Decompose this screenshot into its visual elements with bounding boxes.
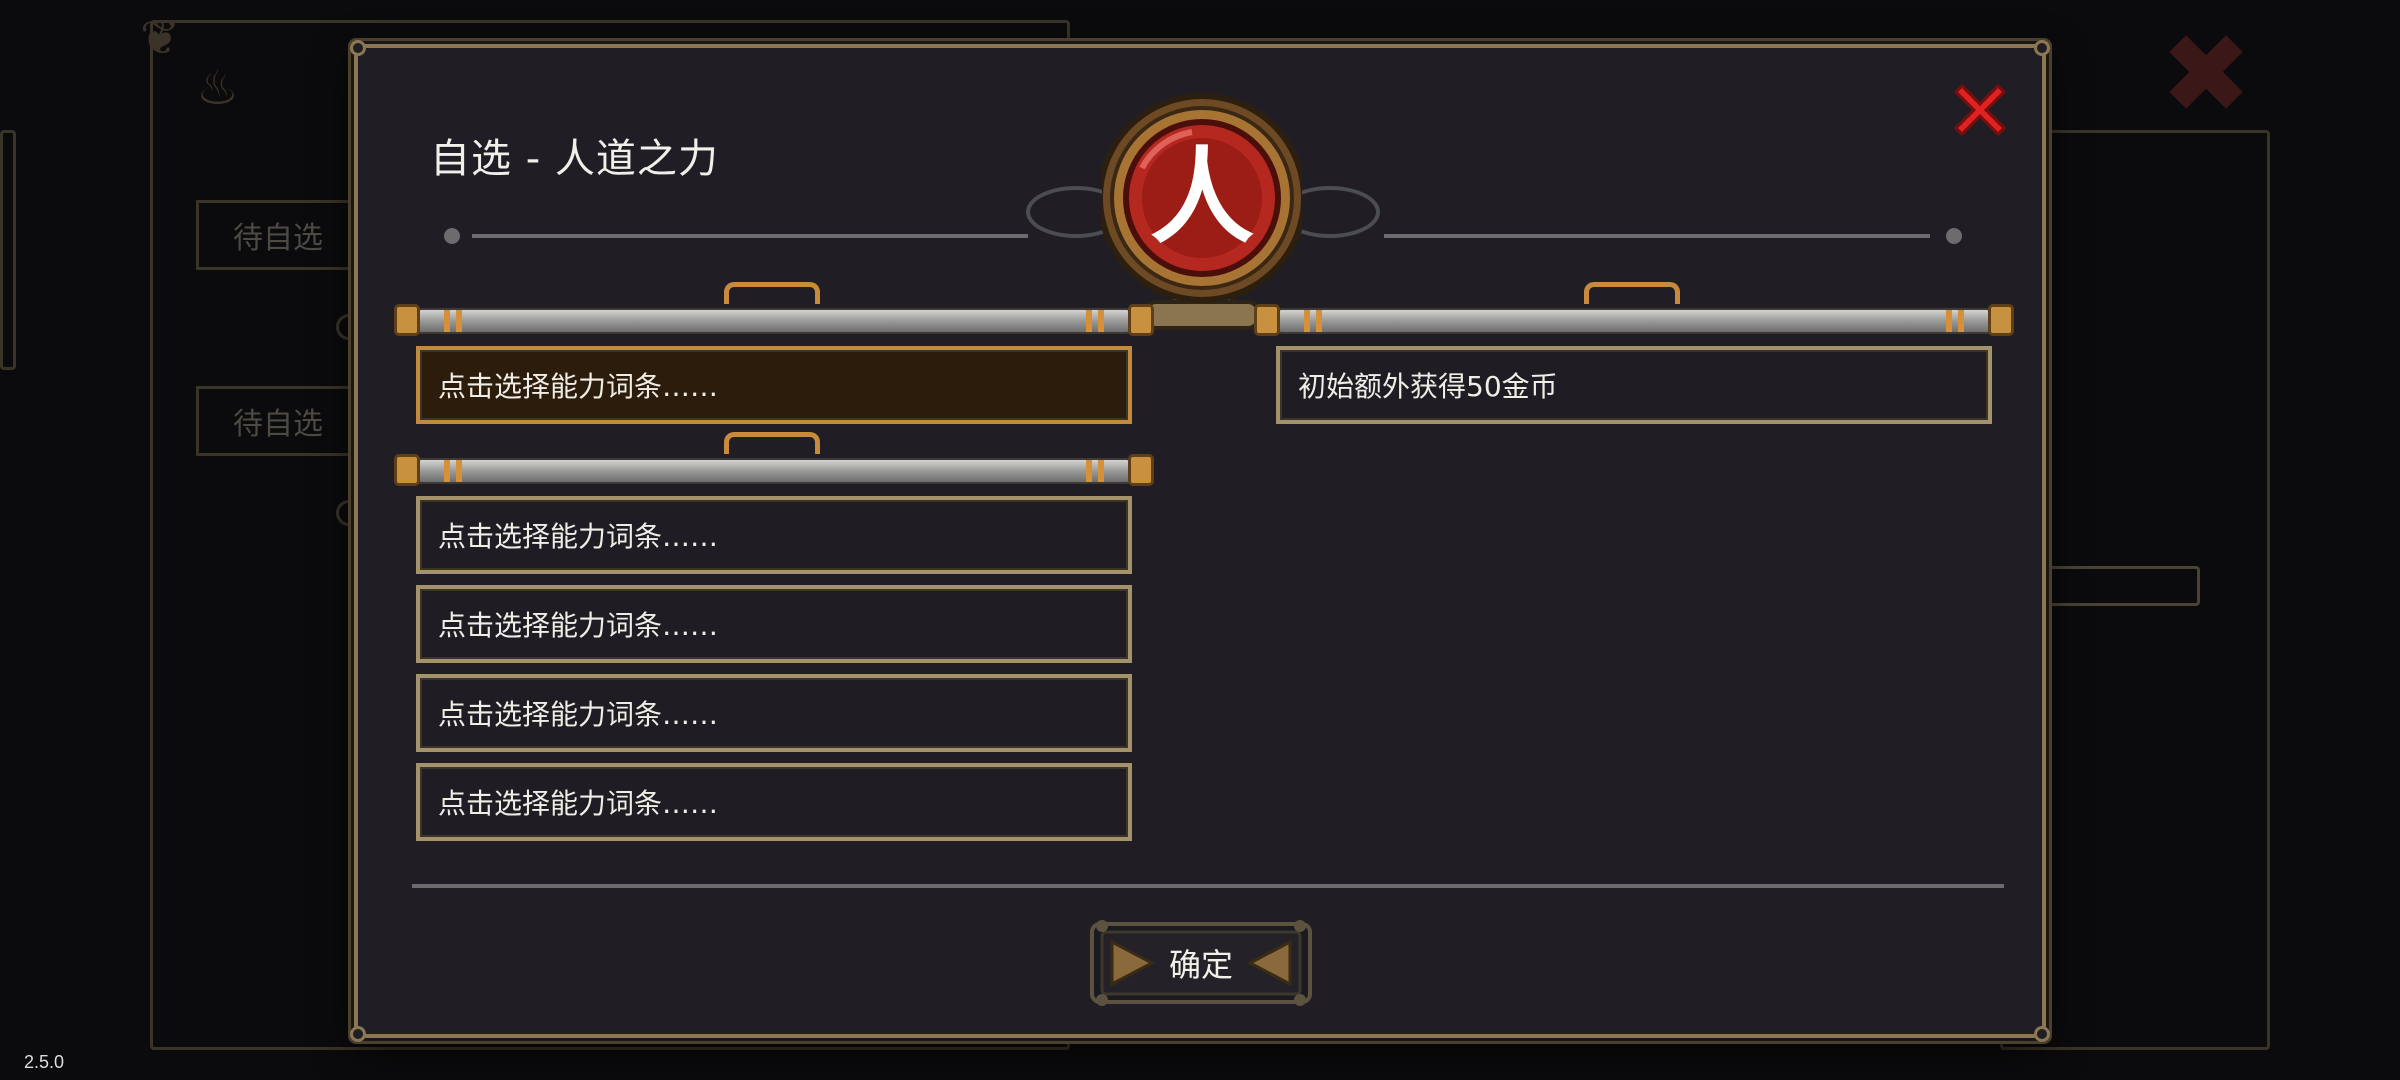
ability-slot-label: 点击选择能力词条……	[438, 609, 719, 642]
background-pending-label: 待自选	[233, 221, 323, 256]
title-divider-right	[1384, 234, 1930, 238]
ability-slot-button[interactable]: 初始额外获得50金币	[1276, 346, 1992, 424]
scroll-rod	[1254, 282, 2014, 338]
custom-select-dialog: 自选 - 人道之力 人 点击选择能力词条…… 点击选择能力词条…… 点击选择能力…	[350, 40, 2050, 1042]
title-divider-left	[472, 234, 1028, 238]
background-pending-slot: 待自选	[196, 386, 356, 456]
ability-slot-label: 点击选择能力词条……	[438, 520, 719, 553]
frame-corner	[350, 1026, 366, 1042]
rule-end-dot	[1946, 228, 1962, 244]
ability-slot-button[interactable]: 点击选择能力词条……	[416, 346, 1132, 424]
version-label: 2.5.0	[24, 1052, 65, 1072]
background-ornament-icon: ❦	[140, 10, 181, 66]
background-pending-slot: 待自选	[196, 200, 356, 270]
frame-corner	[2034, 1026, 2050, 1042]
ability-slot-label: 初始额外获得50金币	[1298, 370, 1558, 403]
close-x-icon	[1953, 83, 2007, 137]
ability-slot-button[interactable]: 点击选择能力词条……	[416, 674, 1132, 752]
frame-corner	[350, 40, 366, 56]
bottom-divider	[412, 884, 2004, 888]
ability-slot-label: 点击选择能力词条……	[438, 698, 719, 731]
background-tab	[0, 130, 16, 370]
confirm-label: 确定	[1168, 946, 1233, 984]
background-torch-icon: ♨	[196, 60, 240, 116]
background-pending-label: 待自选	[233, 407, 323, 442]
rule-end-dot	[444, 228, 460, 244]
ability-slot-label: 点击选择能力词条……	[438, 787, 719, 820]
confirm-button[interactable]: 确定	[1088, 916, 1314, 1010]
frame-corner	[2034, 40, 2050, 56]
ability-slot-label: 点击选择能力词条……	[438, 370, 719, 403]
background-scroll	[2040, 566, 2200, 606]
ability-slot-button[interactable]: 点击选择能力词条……	[416, 763, 1132, 841]
scroll-rod	[394, 432, 1154, 488]
ability-slot-button[interactable]: 点击选择能力词条……	[416, 496, 1132, 574]
ability-slot-button[interactable]: 点击选择能力词条……	[416, 585, 1132, 663]
background-pinwheel-icon: ✖	[2160, 10, 2253, 138]
scroll-rod	[394, 282, 1154, 338]
close-button[interactable]	[1948, 78, 2012, 142]
emblem-glyph: 人	[1149, 135, 1254, 258]
dialog-title: 自选 - 人道之力	[430, 136, 719, 182]
